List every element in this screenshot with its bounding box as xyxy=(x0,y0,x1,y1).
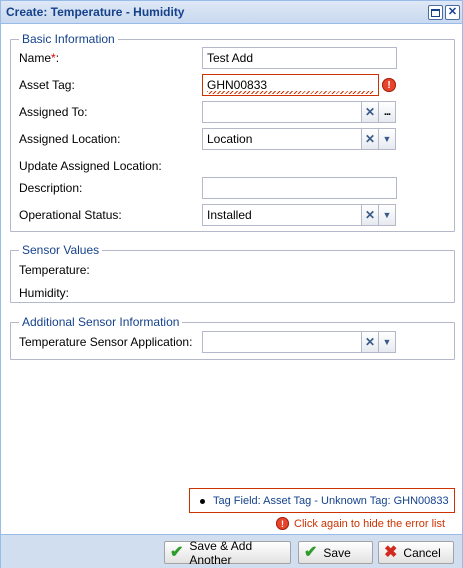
create-dialog: Create: Temperature - Humidity ✕ Basic I… xyxy=(0,0,463,568)
asset-tag-error-icon[interactable]: ! xyxy=(382,78,396,92)
assigned-location-chevron-down-icon[interactable]: ▼ xyxy=(379,128,396,150)
humidity-label: Humidity: xyxy=(19,286,70,300)
assigned-to-clear-icon[interactable]: ✕ xyxy=(362,101,379,123)
dialog-title: Create: Temperature - Humidity xyxy=(6,5,185,19)
assigned-location-clear-icon[interactable]: ✕ xyxy=(362,128,379,150)
cancel-x-icon: ✖ xyxy=(384,543,398,561)
temperature-sensor-application-clear-icon[interactable]: ✕ xyxy=(362,331,379,353)
description-label: Description: xyxy=(19,181,83,195)
operational-status-select[interactable]: Installed xyxy=(202,204,362,226)
name-label: Name*: xyxy=(19,51,60,65)
save-label: Save xyxy=(323,545,351,560)
basic-information-legend: Basic Information xyxy=(22,32,115,46)
checkmark-icon: ✔ xyxy=(170,543,184,561)
cancel-label: Cancel xyxy=(403,545,441,560)
assigned-location-label: Assigned Location: xyxy=(19,132,121,146)
assigned-to-label: Assigned To: xyxy=(19,105,88,119)
maximize-icon[interactable] xyxy=(428,5,443,20)
assigned-to-browse-icon[interactable]: ... xyxy=(379,101,396,123)
temperature-sensor-application-select[interactable] xyxy=(202,331,362,353)
error-icon: ! xyxy=(276,517,289,530)
assigned-to-field[interactable] xyxy=(202,101,362,123)
save-and-add-another-button[interactable]: ✔ Save & Add Another xyxy=(164,538,291,567)
close-icon[interactable]: ✕ xyxy=(445,5,460,20)
operational-status-chevron-down-icon[interactable]: ▼ xyxy=(379,204,396,226)
name-field[interactable]: Test Add xyxy=(202,47,397,69)
description-field[interactable] xyxy=(202,177,397,199)
hide-error-list-hint: Click again to hide the error list xyxy=(294,517,446,530)
update-assigned-location-label: Update Assigned Location: xyxy=(19,159,162,173)
temperature-sensor-application-chevron-down-icon[interactable]: ▼ xyxy=(379,331,396,353)
save-and-add-another-label: Save & Add Another xyxy=(189,538,253,567)
asset-tag-label: Asset Tag: xyxy=(19,78,75,92)
bullet-icon xyxy=(200,498,205,504)
temperature-sensor-application-label: Temperature Sensor Application: xyxy=(19,335,193,349)
additional-sensor-information-legend: Additional Sensor Information xyxy=(22,315,180,329)
temperature-label: Temperature: xyxy=(19,263,90,277)
checkmark-icon: ✔ xyxy=(304,543,318,561)
error-list: Tag Field: Asset Tag - Unknown Tag: GHN0… xyxy=(189,488,455,513)
sensor-values-legend: Sensor Values xyxy=(22,243,100,257)
assigned-location-select[interactable]: Location xyxy=(202,128,362,150)
cancel-button[interactable]: ✖ Cancel xyxy=(378,541,454,564)
save-button[interactable]: ✔ Save xyxy=(298,541,373,564)
operational-status-clear-icon[interactable]: ✕ xyxy=(362,204,379,226)
dialog-footer: ✔ Save & Add Another ✔ Save ✖ Cancel xyxy=(1,534,462,568)
error-item: Tag Field: Asset Tag - Unknown Tag: GHN0… xyxy=(213,495,449,507)
operational-status-label: Operational Status: xyxy=(19,208,122,222)
dialog-titlebar[interactable]: Create: Temperature - Humidity ✕ xyxy=(1,1,462,24)
asset-tag-field[interactable]: GHN00833 xyxy=(202,74,379,96)
error-list-toggle[interactable]: ! Click again to hide the error list xyxy=(276,517,445,530)
